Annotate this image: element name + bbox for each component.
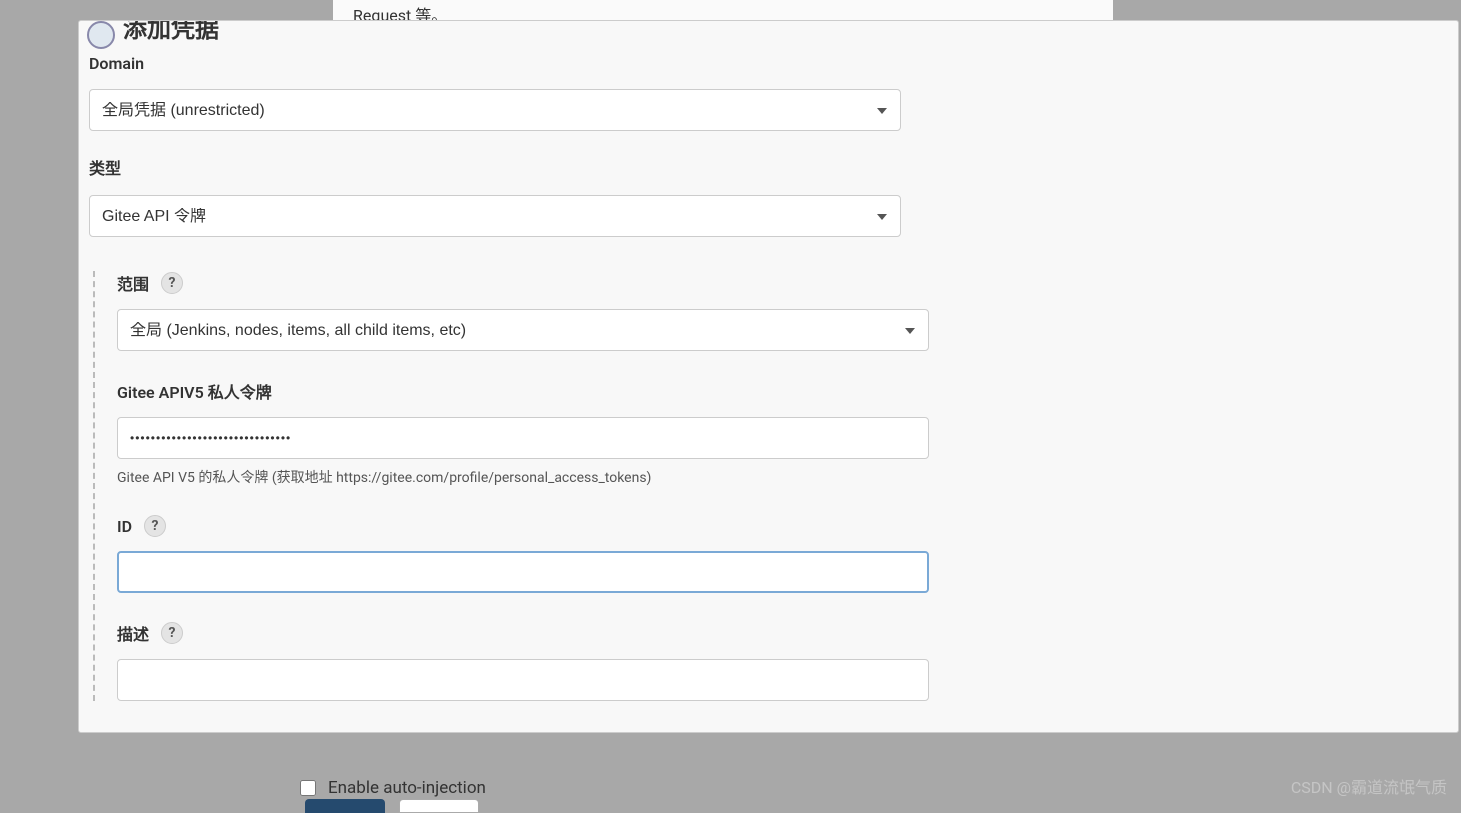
domain-label: Domain (89, 54, 1448, 73)
token-group: Gitee APIV5 私人令牌 Gitee API V5 的私人令牌 (获取地… (117, 379, 1448, 487)
scope-label: 范围 (117, 271, 149, 295)
bottom-buttons (305, 799, 479, 813)
enable-auto-injection-label: Enable auto-injection (328, 778, 486, 798)
scope-select-wrap: 全局 (Jenkins, nodes, items, all child ite… (117, 309, 929, 351)
token-input[interactable] (117, 417, 929, 459)
token-label: Gitee APIV5 私人令牌 (117, 379, 272, 403)
type-label: 类型 (89, 155, 1448, 179)
primary-button[interactable] (305, 799, 385, 813)
help-icon[interactable]: ? (144, 515, 166, 537)
type-group: 类型 Gitee API 令牌 (89, 155, 1448, 237)
description-input[interactable] (117, 659, 929, 701)
id-label: ID (117, 517, 132, 536)
description-label: 描述 (117, 621, 149, 645)
add-credentials-modal: 添加凭据 Domain 全局凭据 (unrestricted) 类型 Gitee… (78, 20, 1459, 733)
help-icon[interactable]: ? (161, 622, 183, 644)
modal-title-row: 添加凭据 (87, 21, 1458, 44)
token-help-text: Gitee API V5 的私人令牌 (获取地址 https://gitee.c… (117, 467, 929, 487)
type-select[interactable]: Gitee API 令牌 (89, 195, 901, 237)
scope-group: 范围 ? 全局 (Jenkins, nodes, items, all chil… (117, 271, 1448, 351)
modal-title: 添加凭据 (123, 21, 219, 44)
enable-auto-injection-checkbox[interactable] (300, 780, 316, 796)
domain-group: Domain 全局凭据 (unrestricted) (89, 54, 1448, 131)
nested-section: 范围 ? 全局 (Jenkins, nodes, items, all chil… (93, 271, 1448, 701)
id-input[interactable] (117, 551, 929, 593)
type-select-wrap: Gitee API 令牌 (89, 195, 901, 237)
bottom-checkbox-row: Enable auto-injection (300, 778, 486, 798)
id-group: ID ? (117, 515, 1448, 593)
domain-select-wrap: 全局凭据 (unrestricted) (89, 89, 901, 131)
scope-select[interactable]: 全局 (Jenkins, nodes, items, all child ite… (117, 309, 929, 351)
credentials-icon (87, 21, 115, 49)
description-group: 描述 ? (117, 621, 1448, 701)
watermark: CSDN @霸道流氓气质 (1291, 774, 1447, 798)
help-icon[interactable]: ? (161, 272, 183, 294)
domain-select[interactable]: 全局凭据 (unrestricted) (89, 89, 901, 131)
secondary-button[interactable] (399, 799, 479, 813)
